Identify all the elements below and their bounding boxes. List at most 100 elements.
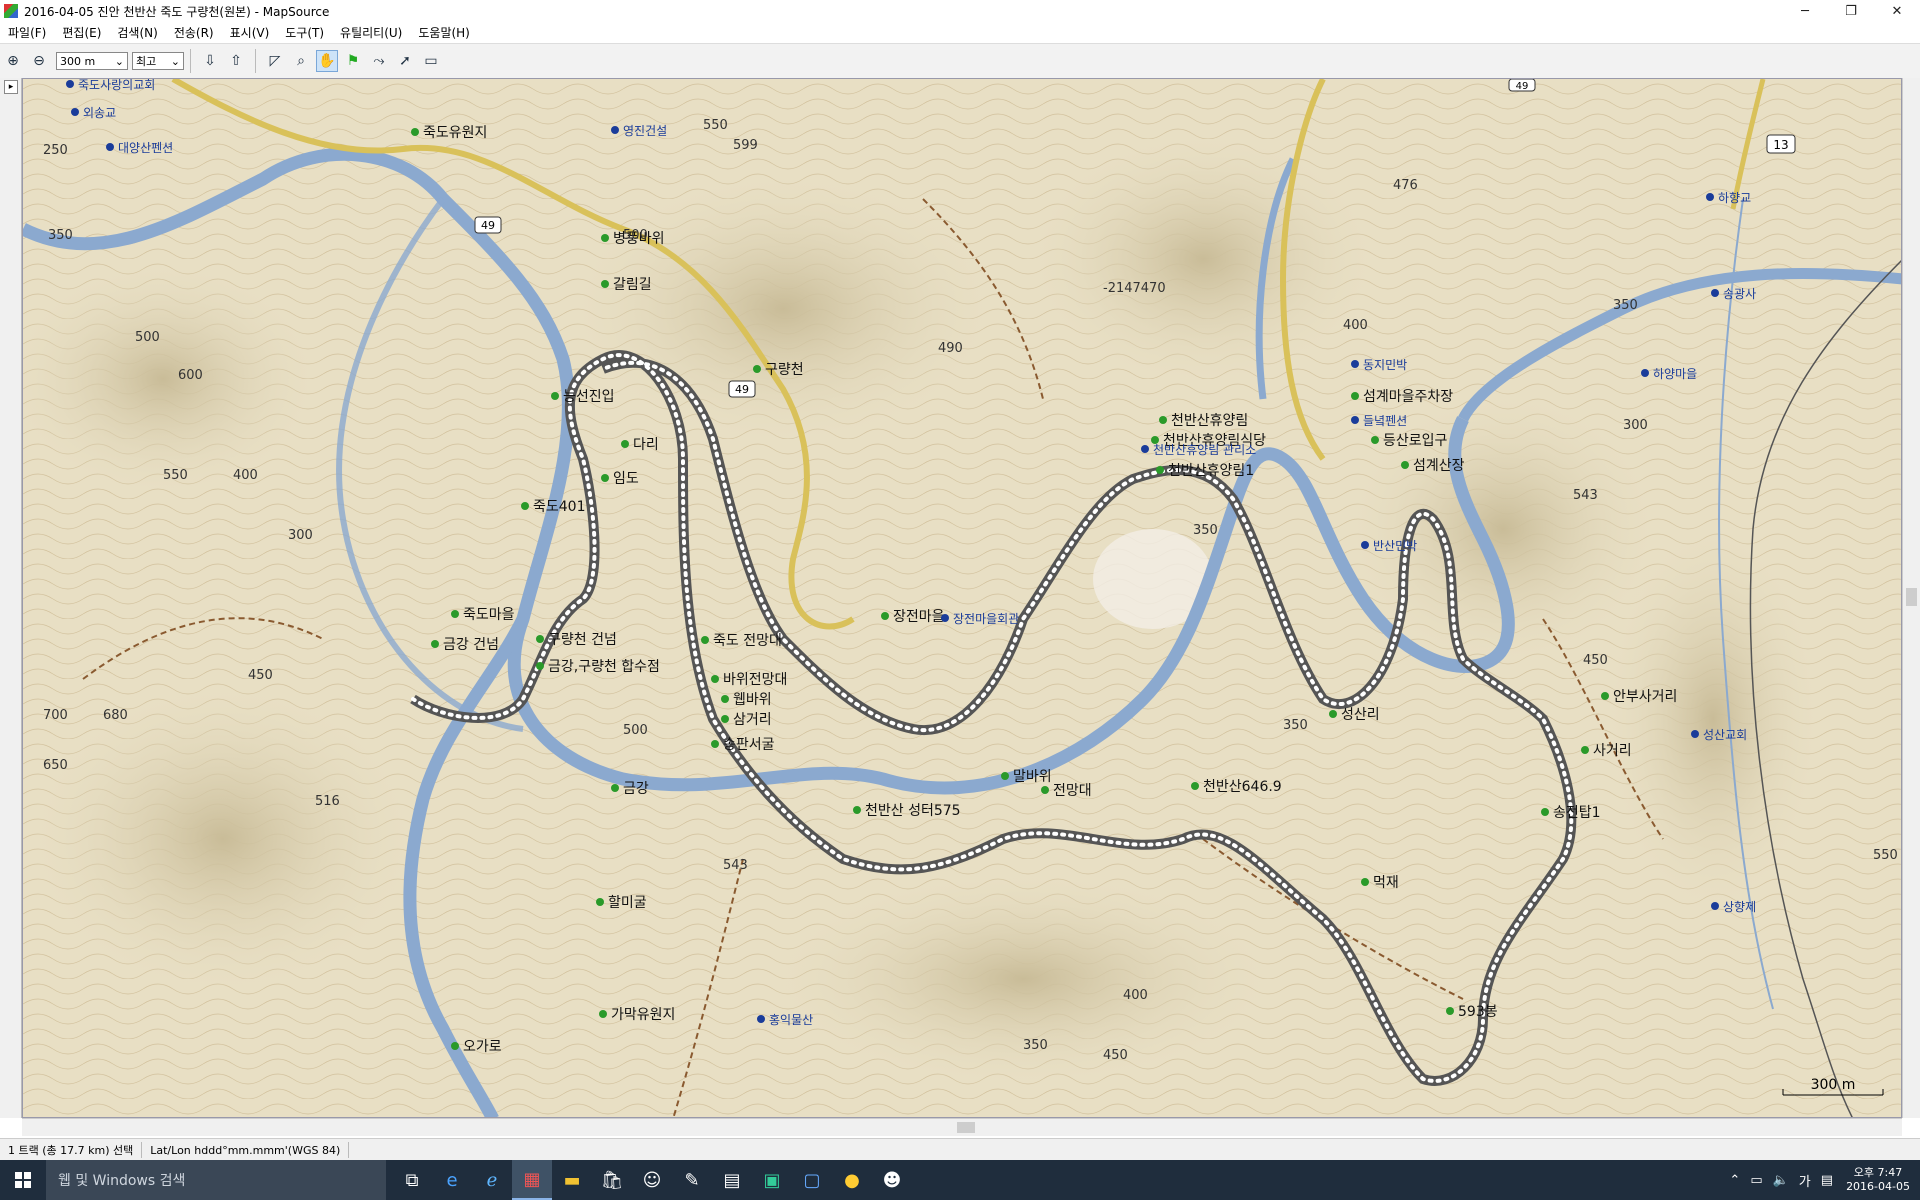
waypoint-label[interactable]: 장전마을회관 <box>953 612 1019 626</box>
waypoint-marker-icon[interactable] <box>536 662 544 670</box>
waypoint-label[interactable]: 능선진입 <box>563 389 615 405</box>
waypoint-label[interactable]: 다리 <box>633 437 659 453</box>
waypoint-marker-icon[interactable] <box>1361 878 1369 886</box>
waypoint-marker-icon[interactable] <box>1351 392 1359 400</box>
waypoint-marker-icon[interactable] <box>721 695 729 703</box>
maximize-button[interactable]: ❐ <box>1828 0 1874 22</box>
ime-indicator[interactable]: 가 <box>1799 1171 1811 1190</box>
waypoint-marker-icon[interactable] <box>1371 436 1379 444</box>
waypoint-marker-icon[interactable] <box>596 898 604 906</box>
waypoint-label[interactable]: 대양산펜션 <box>118 141 173 155</box>
waypoint-marker-icon[interactable] <box>451 610 459 618</box>
waypoint-label[interactable]: 전망대 <box>1053 783 1092 799</box>
waypoint-label[interactable]: 천반산 성터575 <box>865 803 961 819</box>
menu-transfer[interactable]: 전송(R) <box>166 24 222 41</box>
map-view[interactable]: 49 49 49 13 병풍바위 갈림길 구량천 능선진입 다리 임도 죽도401 죽도마을 금… <box>22 78 1902 1118</box>
waypoint-label[interactable]: 등산로입구 <box>1383 433 1448 449</box>
app-icon[interactable]: ☺ <box>632 1160 672 1200</box>
zoom-in-icon[interactable]: ⊕ <box>2 50 24 72</box>
menu-tools[interactable]: 도구(T) <box>277 24 332 41</box>
waypoint-marker-icon[interactable] <box>1691 730 1699 738</box>
menu-view[interactable]: 표시(V) <box>222 24 278 41</box>
waypoint-marker-icon[interactable] <box>1711 902 1719 910</box>
waypoint-label[interactable]: 성산교회 <box>1703 728 1747 742</box>
waypoint-label[interactable]: 천반산휴양림 <box>1171 413 1248 429</box>
viewer-icon[interactable]: ▢ <box>792 1160 832 1200</box>
zoom-tool-icon[interactable]: ⌕ <box>290 50 312 72</box>
waypoint-marker-icon[interactable] <box>1191 782 1199 790</box>
paint-icon[interactable]: ✎ <box>672 1160 712 1200</box>
scroll-thumb[interactable] <box>957 1122 975 1133</box>
waypoint-marker-icon[interactable] <box>1041 786 1049 794</box>
waypoint-marker-icon[interactable] <box>1401 461 1409 469</box>
waypoint-marker-icon[interactable] <box>601 474 609 482</box>
app2-icon[interactable]: ☻ <box>872 1160 912 1200</box>
zoom-scale-select[interactable]: 300 m ⌄ <box>56 52 128 70</box>
waypoint-marker-icon[interactable] <box>941 614 949 622</box>
waypoint-marker-icon[interactable] <box>71 108 79 116</box>
taskbar-search[interactable]: 웹 및 Windows 검색 <box>46 1160 386 1200</box>
clock[interactable]: 오후 7:47 2016-04-05 <box>1846 1166 1910 1194</box>
waypoint-label[interactable]: 하향교 <box>1718 191 1751 205</box>
pointer-tool-icon[interactable]: ➚ <box>394 50 416 72</box>
waypoint-label[interactable]: 홍익물산 <box>769 1013 813 1027</box>
waypoint-marker-icon[interactable] <box>411 128 419 136</box>
waypoint-label[interactable]: 안부사거리 <box>1613 689 1677 705</box>
chevron-up-icon[interactable]: ⌃ <box>1729 1173 1740 1188</box>
waypoint-label[interactable]: 외송교 <box>83 106 116 120</box>
menu-find[interactable]: 검색(N) <box>109 24 165 41</box>
waypoint-label[interactable]: 송광사 <box>1723 287 1756 301</box>
waypoint-marker-icon[interactable] <box>66 80 74 88</box>
waypoint-label[interactable]: 금강 건넘 <box>443 637 499 653</box>
waypoint-label[interactable]: 금강 <box>623 781 649 797</box>
waypoint-marker-icon[interactable] <box>1641 369 1649 377</box>
waypoint-marker-icon[interactable] <box>536 635 544 643</box>
start-button[interactable] <box>0 1160 46 1200</box>
waypoint-label[interactable]: 삼거리 <box>733 712 772 728</box>
detail-level-select[interactable]: 최고 ⌄ <box>132 52 184 70</box>
waypoint-label[interactable]: 금강,구량천 합수점 <box>548 659 660 675</box>
waypoint-label[interactable]: 바위전망대 <box>723 672 787 688</box>
menu-edit[interactable]: 편집(E) <box>54 24 109 41</box>
waypoint-marker-icon[interactable] <box>1001 772 1009 780</box>
waypoint-marker-icon[interactable] <box>1159 416 1167 424</box>
selection-tool-icon[interactable]: ◸ <box>264 50 286 72</box>
waypoint-label[interactable]: 오가로 <box>463 1039 502 1055</box>
waypoint-label[interactable]: 할미굴 <box>608 895 647 911</box>
close-button[interactable]: ✕ <box>1874 0 1920 22</box>
waypoint-marker-icon[interactable] <box>621 440 629 448</box>
waypoint-label[interactable]: 하양마을 <box>1653 367 1697 381</box>
waypoint-marker-icon[interactable] <box>1601 692 1609 700</box>
waypoint-label[interactable]: 들녘펜션 <box>1363 414 1407 428</box>
waypoint-marker-icon[interactable] <box>601 280 609 288</box>
waypoint-marker-icon[interactable] <box>106 143 114 151</box>
waypoint-label[interactable]: 천반산646.9 <box>1203 779 1282 795</box>
waypoint-label[interactable]: 성산리 <box>1341 707 1380 723</box>
waypoint-marker-icon[interactable] <box>521 502 529 510</box>
waypoint-marker-icon[interactable] <box>431 640 439 648</box>
measure-tool-icon[interactable]: ▭ <box>420 50 442 72</box>
waypoint-marker-icon[interactable] <box>1711 289 1719 297</box>
file-explorer-icon[interactable]: ▬ <box>552 1160 592 1200</box>
waypoint-marker-icon[interactable] <box>721 715 729 723</box>
waypoint-label[interactable]: 죽도사랑의교회 <box>78 79 155 92</box>
waypoint-marker-icon[interactable] <box>1706 193 1714 201</box>
menu-help[interactable]: 도움말(H) <box>410 24 478 41</box>
waypoint-marker-icon[interactable] <box>701 636 709 644</box>
waypoint-label[interactable]: 죽도마을 <box>463 607 515 623</box>
waypoint-label[interactable]: 593봉 <box>1458 1004 1498 1020</box>
store-icon[interactable]: 🛍 <box>592 1160 632 1200</box>
waypoint-label[interactable]: 웹바위 <box>733 692 772 708</box>
waypoint-label[interactable]: 먹재 <box>1373 875 1399 891</box>
waypoint-marker-icon[interactable] <box>601 234 609 242</box>
waypoint-label[interactable]: 반산민박 <box>1373 539 1417 553</box>
waypoint-marker-icon[interactable] <box>711 740 719 748</box>
waypoint-label[interactable]: 구량천 <box>765 362 804 378</box>
waypoint-marker-icon[interactable] <box>853 806 861 814</box>
mapsource-task-icon[interactable]: ▦ <box>512 1160 552 1200</box>
menu-file[interactable]: 파일(F) <box>0 24 54 41</box>
waypoint-marker-icon[interactable] <box>881 612 889 620</box>
waypoint-marker-icon[interactable] <box>711 675 719 683</box>
waypoint-marker-icon[interactable] <box>753 365 761 373</box>
waypoint-label[interactable]: 갈림길 <box>613 277 652 293</box>
